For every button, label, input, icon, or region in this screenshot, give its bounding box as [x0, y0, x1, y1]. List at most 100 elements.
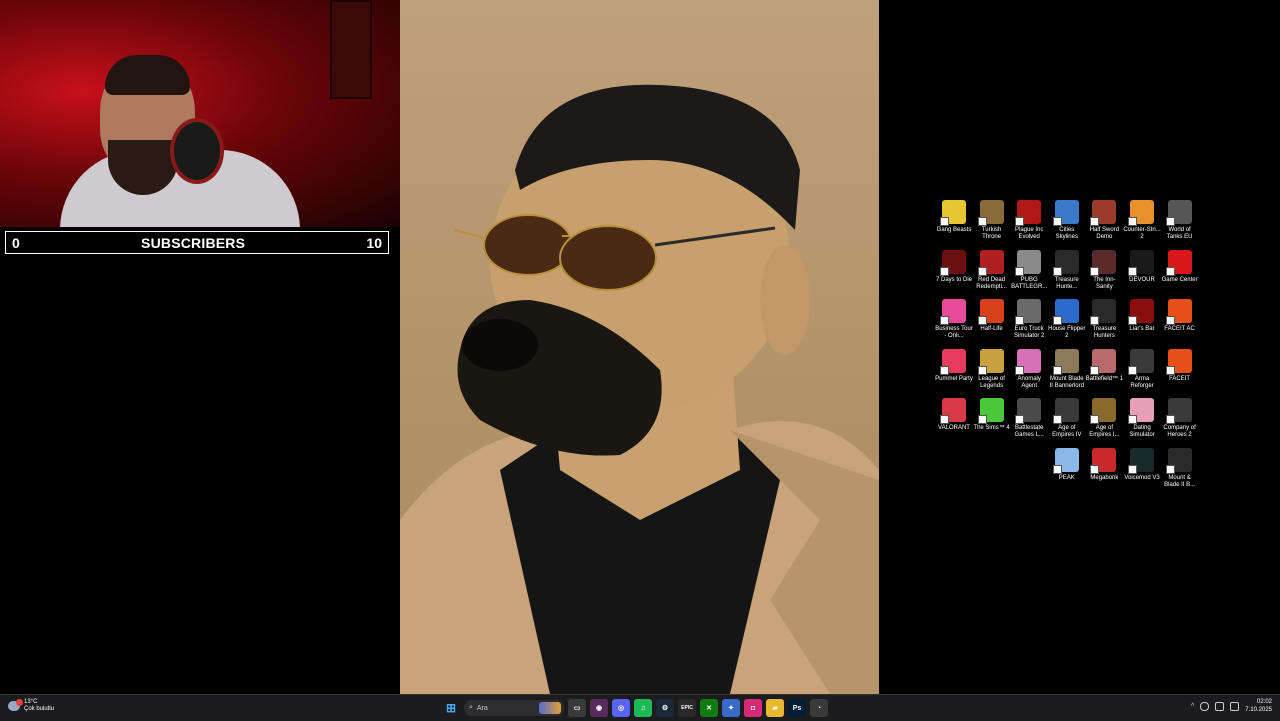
desktop-icon[interactable]: Age of Empires IV	[1048, 398, 1086, 439]
desktop-icon[interactable]: Treasure Hunters	[1085, 299, 1123, 340]
desktop-icon[interactable]: Arma Reforger	[1123, 348, 1161, 390]
desktop-icon[interactable]: Pummel Party	[935, 348, 973, 383]
desktop-icon[interactable]: DEVOUR	[1123, 249, 1161, 284]
desktop-icon[interactable]: World of Tanks EU	[1161, 200, 1199, 241]
desktop-icon-label: League of Legends	[978, 375, 1005, 389]
shortcut-arrow-icon	[977, 365, 987, 375]
desktop-icon[interactable]: Company of Heroes 2	[1161, 398, 1199, 439]
desktop-icon-label: PUBG BATTLEGR...	[1011, 276, 1048, 290]
house-flipper-icon	[1052, 299, 1079, 325]
taskbar-center: ⊞ ⌕ Ara ▭ ◉ ◎ ♫ ⚙ EPIC ✕ ✦ ◘ ▰ Ps ◔	[442, 697, 828, 719]
treasure-hunters-icon	[1090, 299, 1117, 325]
shortcut-arrow-icon	[1090, 217, 1100, 226]
instagram-icon[interactable]: ◘	[744, 699, 762, 717]
folder-icon[interactable]: ▰	[766, 699, 784, 717]
desktop-icon[interactable]: Voicemod V3	[1123, 447, 1161, 482]
discord-icon[interactable]: ◎	[612, 699, 630, 717]
microphone-icon[interactable]	[1200, 701, 1210, 711]
search-box[interactable]: ⌕ Ara	[464, 700, 564, 716]
file-explorer-icon[interactable]: ▭	[568, 699, 586, 717]
shortcut-arrow-icon	[1090, 266, 1100, 276]
turkish-throne-icon	[977, 200, 1004, 226]
desktop-icon-label: 7 Days to Die	[935, 276, 972, 283]
desktop-icon[interactable]: PUBG BATTLEGR...	[1010, 249, 1048, 291]
shortcut-arrow-icon	[1165, 316, 1175, 325]
pubg-icon	[1015, 249, 1042, 276]
chevron-up-icon[interactable]: ^	[1191, 703, 1194, 710]
desktop-icon[interactable]: Counter-Stri... 2	[1123, 200, 1161, 241]
wall-poster	[330, 0, 372, 99]
desktop-icon[interactable]: The Inn-Sanity	[1085, 249, 1123, 291]
cities-skylines-icon	[1052, 200, 1079, 226]
desktop-icon-label: DEVOUR	[1129, 276, 1155, 283]
desktop-icon[interactable]: Mount Blade II Bannerlord	[1048, 348, 1086, 390]
network-icon[interactable]	[1215, 701, 1225, 711]
desktop-icon[interactable]: Euro Truck Simulator 2	[1010, 299, 1048, 340]
weather-widget[interactable]: 13°C Çok bulutlu	[8, 699, 54, 713]
desktop-icon[interactable]: Mount & Blade II B...	[1161, 447, 1199, 489]
desktop-icon[interactable]: Red Dead Redempti...	[973, 249, 1011, 291]
epic-games-icon[interactable]: EPIC	[678, 699, 696, 717]
weather-desc: Çok bulutlu	[24, 706, 55, 712]
volume-icon[interactable]	[1230, 701, 1240, 711]
copilot-icon[interactable]: ✦	[722, 699, 740, 717]
desktop-icon[interactable]: Business Tour - Onli...	[935, 299, 973, 340]
desktop-icon[interactable]: The Sims™ 4	[973, 398, 1011, 432]
half-sword-icon	[1090, 200, 1117, 226]
7-days-to-die-icon	[940, 249, 966, 276]
start-button[interactable]: ⊞	[442, 699, 460, 717]
desktop-icon-label: Treasure Hunte...	[1054, 276, 1079, 290]
desktop-icon[interactable]: House Flipper 2	[1048, 299, 1086, 340]
shortcut-arrow-icon	[1128, 316, 1137, 325]
shortcut-arrow-icon	[1090, 316, 1100, 325]
desktop-icon[interactable]: 7 Days to Die	[935, 249, 973, 284]
desktop-icon[interactable]: Dating Simulator	[1123, 398, 1161, 439]
chrome-icon[interactable]: ◔	[810, 699, 828, 717]
desktop-icon-label: Mount & Blade II B...	[1164, 474, 1196, 488]
desktop-icon-label: Mount Blade II Bannerlord	[1049, 375, 1084, 389]
shortcut-arrow-icon	[1015, 365, 1025, 375]
photoshop-icon[interactable]: Ps	[788, 699, 806, 717]
desktop-icon[interactable]: PEAK	[1048, 447, 1086, 482]
desktop-icon[interactable]: FACEIT AC	[1161, 299, 1199, 333]
battlestate-icon	[1015, 398, 1042, 424]
desktop-icon-label: Game Center	[1161, 276, 1198, 283]
desktop-icon[interactable]: Cities Skylines	[1048, 200, 1086, 241]
desktop-icon[interactable]: Age of Empires I...	[1085, 398, 1123, 439]
shortcut-arrow-icon	[1052, 266, 1062, 276]
steam-icon[interactable]: ⚙	[656, 699, 674, 717]
desktop-icon[interactable]: Half Sword Demo	[1085, 200, 1123, 241]
pummel-party-icon	[940, 348, 966, 375]
desktop-icon[interactable]: Liar's Bar	[1123, 299, 1161, 333]
clock[interactable]: 02:02 7.10.2025	[1245, 698, 1272, 714]
desktop-icon-label: House Flipper 2	[1048, 326, 1086, 339]
desktop-icon[interactable]: VALORANT	[935, 398, 973, 432]
xbox-icon[interactable]: ✕	[700, 699, 718, 717]
desktop-icon[interactable]: Megabonk	[1085, 447, 1123, 482]
desktop-icon-label: Euro Truck Simulator 2	[1014, 326, 1045, 339]
inn-sanity-icon	[1090, 249, 1117, 276]
shortcut-arrow-icon	[1015, 266, 1025, 276]
desktop-icon-label: World of Tanks EU	[1166, 227, 1193, 240]
desktop-icon-label: Half-Life	[980, 326, 1003, 332]
spotify-icon[interactable]: ♫	[634, 699, 652, 717]
desktop-icon-label: Arma Reforger	[1130, 375, 1154, 389]
desktop-icon[interactable]: Gang Beasts	[935, 200, 973, 234]
desktop-icon[interactable]: Battlestate Games L...	[1010, 398, 1048, 439]
desktop-icon[interactable]: Anomaly Agent	[1010, 348, 1048, 390]
desktop-icon[interactable]: League of Legends	[973, 348, 1011, 390]
age-of-empires-iv-icon	[1052, 398, 1079, 424]
desktop-icon-label: FACEIT AC	[1164, 326, 1195, 332]
desktop-icon-label: Dating Simulator	[1129, 425, 1155, 438]
search-highlight-badge	[539, 702, 561, 714]
desktop-icon[interactable]: Treasure Hunte...	[1048, 249, 1086, 291]
desktop-icon[interactable]: Game Center	[1161, 249, 1199, 284]
faceit-ac-icon	[1165, 299, 1192, 325]
obs-icon[interactable]: ◉	[590, 699, 608, 717]
desktop-icon[interactable]: Plague Inc Evolved	[1010, 200, 1048, 241]
desktop-icon[interactable]: FACEIT	[1161, 348, 1199, 383]
desktop-icon[interactable]: Battlefield™ 1	[1085, 348, 1123, 383]
system-tray: ^ 02:02 7.10.2025	[1191, 698, 1272, 714]
desktop-icon[interactable]: Half-Life	[973, 299, 1011, 333]
desktop-icon[interactable]: Turkish Throne	[973, 200, 1011, 241]
